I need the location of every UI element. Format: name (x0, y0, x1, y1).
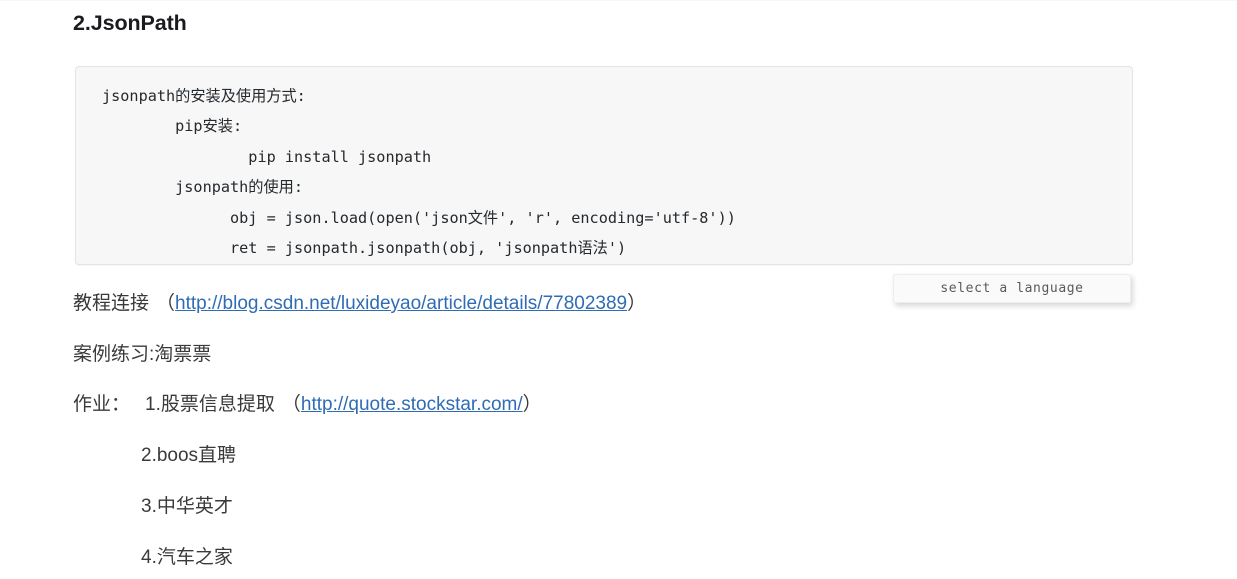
code-block-content: jsonpath的安装及使用方式: pip安装: pip install jso… (102, 87, 736, 258)
document-page: 2.JsonPath jsonpath的安装及使用方式: pip安装: pip … (0, 0, 1237, 579)
homework-item-1-close-paren: ） (522, 394, 542, 415)
homework-item-4: 4.汽车之家 (141, 547, 233, 568)
homework-item-1-open-paren: （ (281, 394, 301, 415)
homework-item-1-text: 1.股票信息提取 (145, 394, 275, 415)
tutorial-label: 教程连接 (73, 293, 150, 314)
homework-paragraph: 作业： 1.股票信息提取 （http://quote.stockstar.com/） (73, 392, 542, 418)
case-study-paragraph: 案例练习:淘票票 (73, 344, 212, 365)
homework-item-3: 3.中华英才 (141, 496, 233, 517)
language-select-dropdown[interactable]: select a language (893, 274, 1131, 303)
language-select-label: select a language (940, 281, 1084, 296)
code-block[interactable]: jsonpath的安装及使用方式: pip安装: pip install jso… (75, 66, 1133, 265)
tutorial-link-paragraph: 教程连接 （http://blog.csdn.net/luxideyao/arti… (73, 291, 646, 317)
homework-item-1-link[interactable]: http://quote.stockstar.com/ (301, 394, 523, 415)
tutorial-open-paren: （ (156, 293, 176, 314)
homework-label: 作业： (73, 394, 131, 415)
tutorial-close-paren: ） (627, 293, 647, 314)
page-title: 2.JsonPath (73, 11, 187, 35)
homework-item-2: 2.boos直聘 (141, 445, 237, 466)
tutorial-link[interactable]: http://blog.csdn.net/luxideyao/article/d… (175, 293, 627, 314)
